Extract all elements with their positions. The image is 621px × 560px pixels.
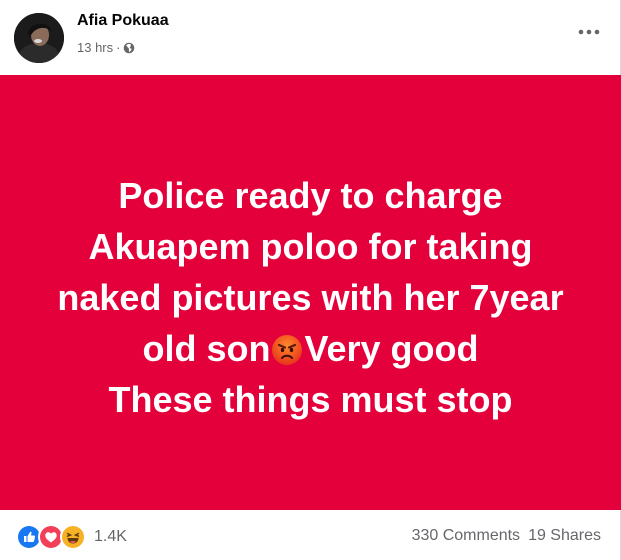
post-text-line-4a: old son xyxy=(142,328,271,369)
author-name[interactable]: Afia Pokuaa xyxy=(77,12,169,30)
post-text-line-1: Police ready to charge xyxy=(118,175,503,216)
post-text-line-5: These things must stop xyxy=(108,379,513,420)
post-meta: 13 hrs · xyxy=(77,40,135,55)
post-message: Police ready to charge Akuapem poloo for… xyxy=(31,170,591,425)
post-text-line-4: old son Very good xyxy=(31,323,591,374)
globe-icon xyxy=(123,42,135,54)
comments-count-link[interactable]: 330 Comments xyxy=(412,527,521,545)
author-avatar[interactable] xyxy=(14,13,64,63)
post-card: Afia Pokuaa 13 hrs · Police ready to cha… xyxy=(0,0,621,560)
meta-separator: · xyxy=(116,40,121,55)
reaction-summary[interactable]: 1.4K xyxy=(16,524,127,550)
reaction-count: 1.4K xyxy=(94,528,127,545)
engagement-counts: 330 Comments 19 Shares xyxy=(412,527,601,545)
post-timestamp[interactable]: 13 hrs xyxy=(77,40,113,55)
post-text-line-2: Akuapem poloo for taking xyxy=(88,226,533,267)
shares-count-link[interactable]: 19 Shares xyxy=(528,527,601,545)
post-text-line-4b: Very good xyxy=(304,328,479,369)
post-header: Afia Pokuaa 13 hrs · xyxy=(0,0,621,75)
avatar-image xyxy=(14,13,64,63)
more-options-button[interactable] xyxy=(571,18,607,46)
post-text-line-3: naked pictures with her 7year xyxy=(57,277,564,318)
post-footer: 1.4K 330 Comments 19 Shares xyxy=(0,510,621,560)
angry-face-emoji xyxy=(271,328,303,365)
post-text-banner[interactable]: Police ready to charge Akuapem poloo for… xyxy=(0,75,621,510)
haha-icon xyxy=(60,524,86,550)
more-options-icon xyxy=(578,29,600,35)
